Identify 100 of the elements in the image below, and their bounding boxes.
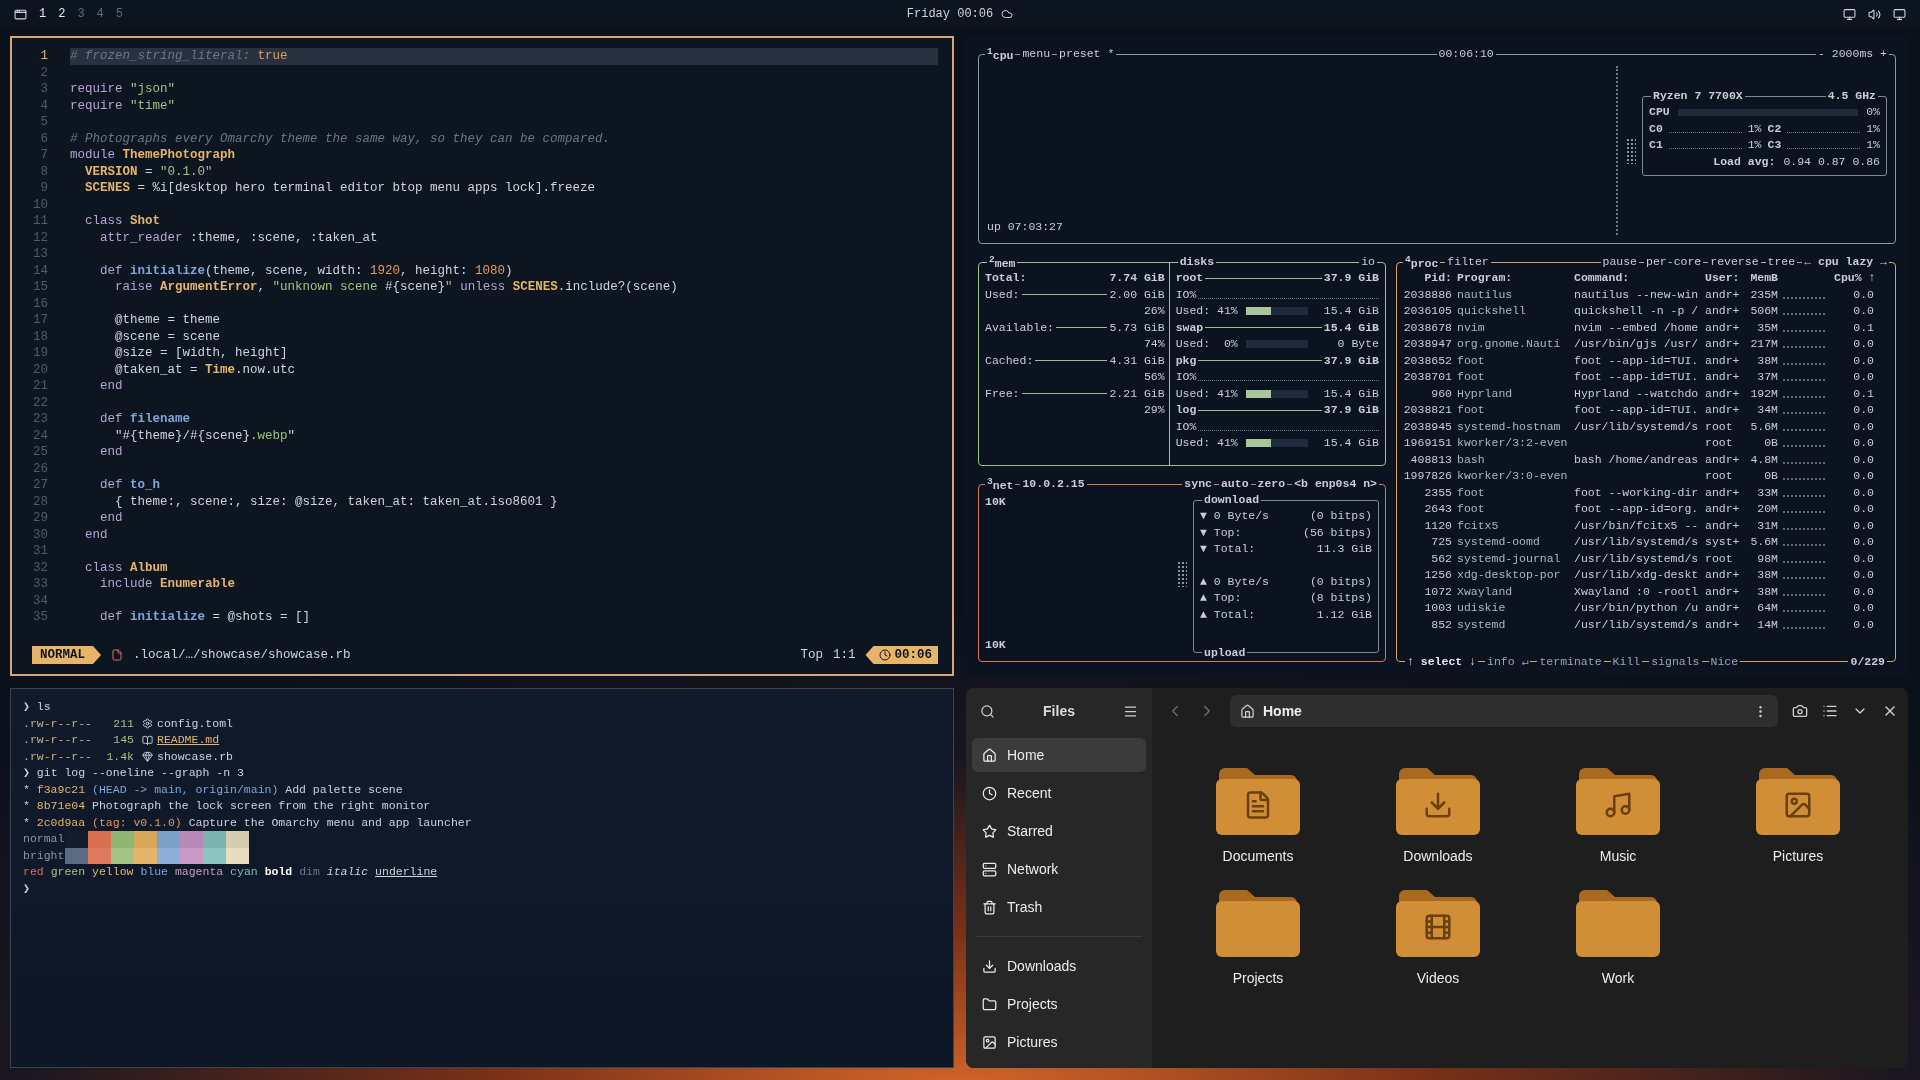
table-cell-text: 0.0: [1852, 352, 1874, 369]
memory-value: 2.00 GiB: [1109, 286, 1165, 303]
line-number: 2: [39, 64, 48, 81]
traffic-value: (0 bitps): [1309, 508, 1372, 524]
code-line: { theme:, scene:, size: @size, taken_at: taken_at.iso8601 }: [114, 493, 559, 510]
column-header: Program:: [1457, 270, 1514, 286]
code-line: def to_h: [99, 477, 162, 494]
mode-indicator: NORMAL: [32, 646, 101, 664]
table-cell-text: nautilus: [1457, 286, 1514, 303]
disk-name: pkg: [1175, 352, 1197, 369]
disk-used-size: 15.4 GiB: [1323, 385, 1379, 402]
column-header: User:: [1705, 270, 1741, 286]
table-cell-text: quickshell -n -p /: [1574, 303, 1700, 319]
path-label: Home: [1263, 703, 1303, 719]
sidebar-item[interactable]: Starred: [972, 814, 1146, 848]
sidebar-item[interactable]: Downloads: [972, 949, 1146, 983]
line-number: 27: [32, 477, 48, 494]
folder-name[interactable]: Work: [1601, 970, 1635, 986]
camera-button[interactable]: [1792, 703, 1808, 719]
code-line: end: [99, 444, 124, 461]
line-number: 16: [32, 295, 48, 312]
table-cell-text: 0.0: [1852, 567, 1874, 583]
line-number: 33: [32, 576, 48, 593]
core-percent: 1%: [1866, 120, 1880, 137]
table-cell-text: 14M: [1756, 616, 1778, 633]
line-number: 29: [32, 510, 48, 527]
table-cell-text: udiskie: [1457, 600, 1507, 616]
code-line: @size = [width, height]: [114, 345, 289, 362]
folder-name[interactable]: Projects: [1232, 970, 1284, 986]
file-icon: [111, 649, 123, 661]
memory-value: 2.21 GiB: [1109, 385, 1165, 402]
menu-icon[interactable]: [1123, 703, 1138, 719]
code-line: SCENES = %i[desktop hero terminal editor btop menu apps lock].freeze: [84, 180, 597, 197]
screen-icon[interactable]: [1893, 7, 1906, 21]
commit-line: * 8b71e04 Photograph the lock screen from the right monitor: [23, 798, 432, 814]
table-cell-text: 20M: [1756, 501, 1778, 517]
scale-label: 10K: [985, 636, 1007, 653]
cpu-percent: 0%: [1866, 104, 1880, 120]
volume-icon[interactable]: [1868, 7, 1881, 21]
line-number: 1: [39, 48, 48, 65]
file-name: README.md: [157, 732, 220, 748]
folder-name[interactable]: Documents: [1222, 848, 1294, 864]
display-icon[interactable]: [1843, 7, 1856, 21]
table-cell: bash /home/andreas: [1574, 451, 1700, 468]
table-cell-text: 0.0: [1852, 468, 1874, 484]
table-cell: 2038678: [1402, 319, 1452, 336]
code-line: def filename: [99, 411, 192, 428]
folder-name[interactable]: Videos: [1416, 970, 1460, 986]
code-line: class Album: [84, 559, 169, 576]
scale-label: 10K: [985, 494, 1007, 510]
disk-used-label: Used: 41%: [1175, 435, 1238, 451]
core-percent: 1%: [1747, 120, 1762, 137]
disk-usage-bar: [1245, 307, 1308, 316]
load-values: 0.94 0.87 0.86: [1783, 153, 1880, 170]
folder-name[interactable]: Pictures: [1772, 848, 1824, 864]
line-number: 26: [32, 460, 48, 477]
launcher-icon[interactable]: [14, 7, 27, 21]
search-icon[interactable]: [980, 703, 995, 719]
sidebar-item[interactable]: Home: [972, 738, 1146, 772]
sidebar-item[interactable]: Projects: [972, 987, 1146, 1021]
workspace-button[interactable]: 2: [58, 7, 66, 21]
table-cell-text: bash: [1457, 451, 1486, 468]
table-cell-text: 0.0: [1852, 303, 1874, 319]
table-cell-text: quickshell: [1457, 303, 1527, 319]
disk-used-label: Used: 0%: [1175, 336, 1238, 352]
sidebar-item[interactable]: Trash: [972, 890, 1146, 924]
cursor-position: 1:1: [832, 648, 856, 662]
folder-name[interactable]: Music: [1599, 848, 1637, 864]
table-cell: andr+: [1705, 451, 1741, 468]
pictures-icon: [982, 1034, 997, 1050]
sidebar-item[interactable]: Recent: [972, 776, 1146, 810]
table-cell-text: 0.0: [1852, 616, 1874, 633]
table-cell-text: 0B: [1763, 435, 1778, 451]
table-cell-text: 0.1: [1852, 319, 1874, 336]
table-cell-text: foot: [1457, 501, 1486, 517]
table-cell-text: 0.0: [1852, 517, 1874, 534]
sidebar-item[interactable]: Pictures: [972, 1025, 1146, 1059]
table-cell-text: andr+: [1705, 336, 1741, 352]
line-number: 10: [32, 196, 48, 213]
code-line: VERSION = "0.1.0": [84, 163, 214, 180]
table-cell-text: andr+: [1705, 303, 1741, 319]
line-number: 28: [32, 493, 48, 510]
workspace-button[interactable]: 1: [39, 7, 47, 21]
path-bar[interactable]: Home: [1230, 695, 1778, 727]
code-line: end: [84, 526, 109, 543]
table-cell-text: 0.0: [1852, 435, 1874, 451]
table-cell: /usr/bin/fcitx5 --: [1574, 517, 1700, 534]
table-cell-text: 2038701: [1402, 369, 1452, 385]
load-label: Load avg:: [1713, 153, 1776, 170]
table-cell: /usr/lib/systemd/s: [1574, 418, 1700, 435]
table-cell-text: Hyprland: [1457, 385, 1514, 402]
disk-size: 37.9 GiB: [1323, 352, 1379, 369]
code-line: @taken_at = Time.now.utc: [114, 361, 297, 378]
table-cell: foot --app-id=TUI.: [1574, 352, 1700, 369]
sidebar-item[interactable]: Network: [972, 852, 1146, 886]
view-list-button[interactable]: [1822, 703, 1838, 719]
disk-name: log: [1175, 402, 1197, 418]
folder-name[interactable]: Downloads: [1403, 848, 1473, 864]
table-cell-text: foot --app-id=TUI.: [1574, 369, 1700, 385]
table-cell: nvim --embed /home: [1574, 319, 1700, 336]
